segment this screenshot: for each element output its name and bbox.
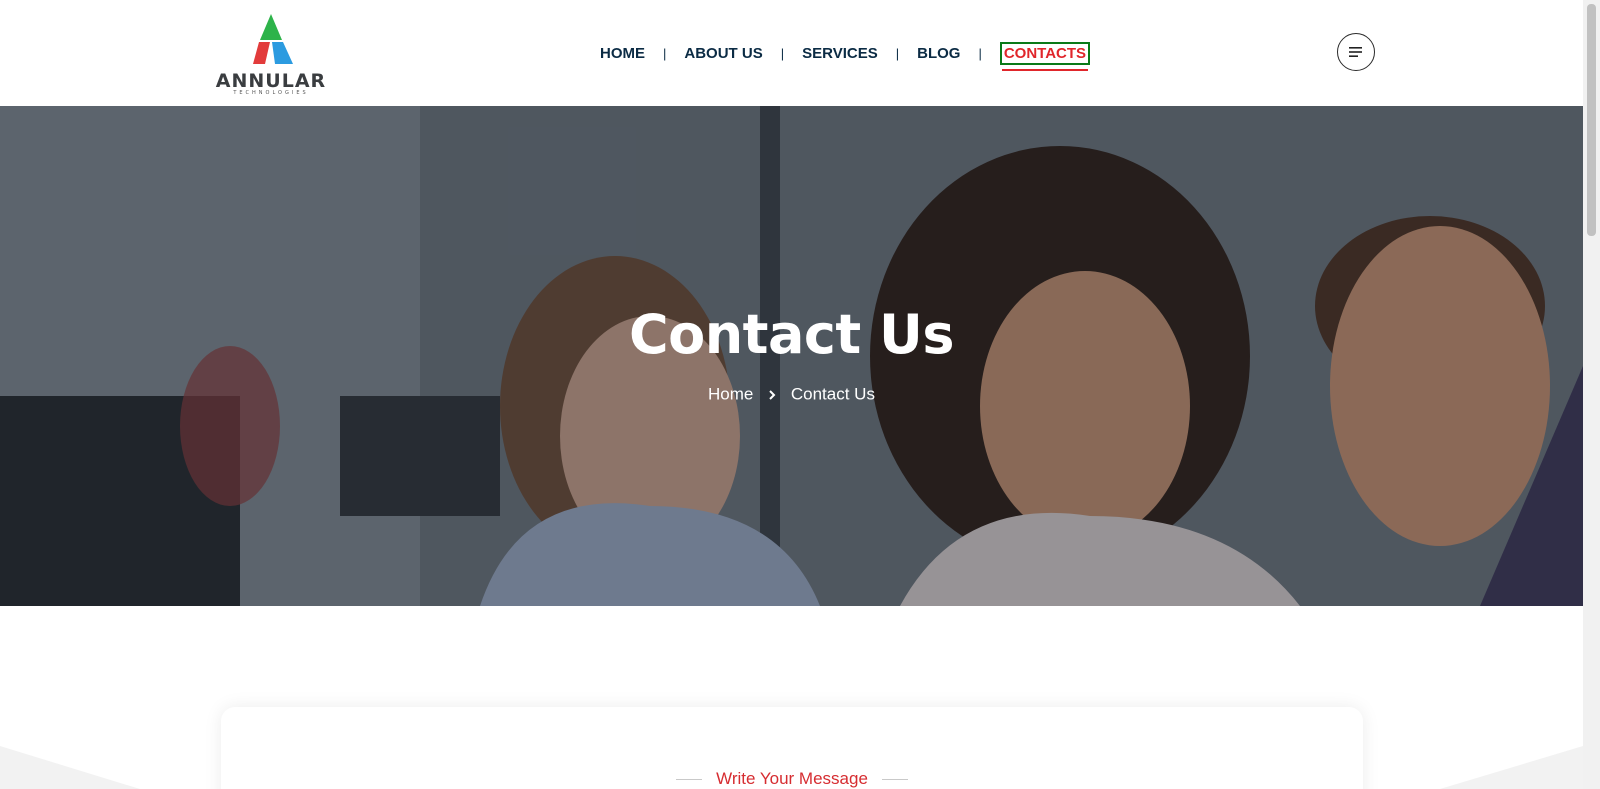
contact-section: Write Your Message <box>0 606 1583 789</box>
site-header: ANNULAR TECHNOLOGIES HOME | ABOUT US | S… <box>0 0 1583 106</box>
menu-toggle-button[interactable] <box>1337 33 1375 71</box>
nav-separator: | <box>895 45 900 61</box>
message-form-card: Write Your Message <box>221 707 1363 789</box>
logo-tagline: TECHNOLOGIES <box>233 90 309 96</box>
logo-wordmark: ANNULAR <box>215 70 327 92</box>
form-subtitle: Write Your Message <box>221 769 1363 789</box>
nav-services[interactable]: SERVICES <box>802 45 878 62</box>
logo-mark-icon <box>253 14 293 64</box>
logo[interactable]: ANNULAR TECHNOLOGIES <box>205 12 337 96</box>
nav-contacts[interactable]: CONTACTS <box>999 41 1091 71</box>
page-scrollbar[interactable] <box>1583 0 1600 789</box>
page-title: Contact Us <box>628 303 955 366</box>
main-nav: HOME | ABOUT US | SERVICES | BLOG | CONT… <box>600 40 1091 71</box>
scrollbar-thumb[interactable] <box>1587 4 1596 236</box>
hero-banner: Contact Us Home Contact Us <box>0 106 1583 606</box>
breadcrumb: Home Contact Us <box>0 384 1583 405</box>
nav-home[interactable]: HOME <box>600 45 645 62</box>
breadcrumb-home-link[interactable]: Home <box>708 385 753 404</box>
hamburger-icon <box>1349 47 1362 57</box>
form-subtitle-text: Write Your Message <box>716 769 868 788</box>
decorative-line <box>881 779 908 781</box>
decorative-line <box>676 779 703 781</box>
chevron-right-icon <box>768 385 776 405</box>
nav-blog[interactable]: BLOG <box>917 45 960 62</box>
nav-separator: | <box>978 45 982 61</box>
nav-separator: | <box>663 45 667 61</box>
nav-separator: | <box>780 45 785 61</box>
nav-about-us[interactable]: ABOUT US <box>684 45 762 62</box>
breadcrumb-current: Contact Us <box>790 384 875 404</box>
page: ANNULAR TECHNOLOGIES HOME | ABOUT US | S… <box>0 0 1583 789</box>
